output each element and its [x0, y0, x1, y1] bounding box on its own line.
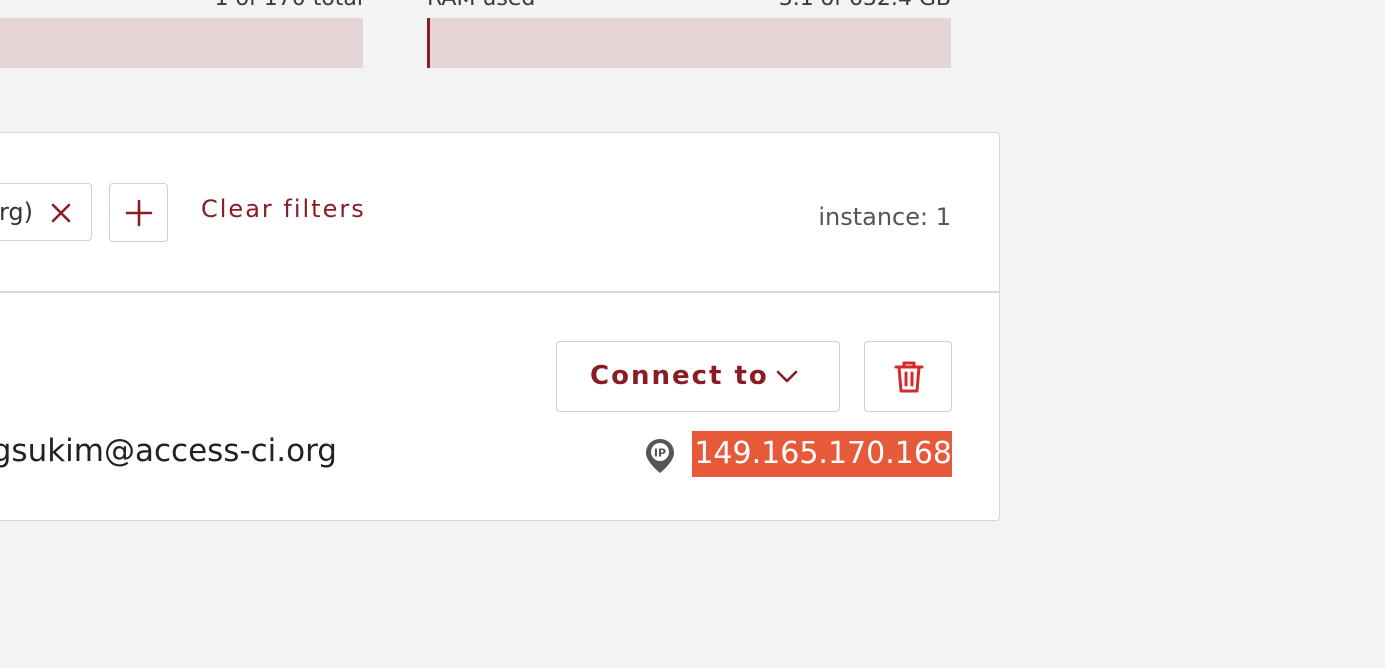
instances-page: 1 of 170 total RAM used 3.1 of 632.4 GB …	[0, 0, 1385, 668]
cpu-usage-summary: 1 of 170 total	[215, 0, 363, 12]
svg-text:IP: IP	[654, 447, 666, 460]
connect-to-label: Connect to	[590, 361, 769, 391]
chevron-down-icon	[776, 370, 798, 383]
add-filter-button[interactable]	[109, 183, 168, 242]
ram-usage-bar	[427, 18, 951, 68]
filter-chip: rg)	[0, 183, 92, 241]
ip-location-icon: IP	[646, 439, 674, 473]
instance-ip-address[interactable]: 149.165.170.168	[692, 431, 952, 477]
close-icon[interactable]	[49, 201, 73, 225]
connect-to-button[interactable]: Connect to	[556, 341, 840, 412]
card-divider	[0, 291, 999, 293]
instance-owner-email: gsukim@access-ci.org	[0, 433, 337, 469]
instances-card: rg) Clear filters instance: 1 Connect to	[0, 132, 1000, 521]
cpu-usage-bar	[0, 18, 363, 68]
plus-icon	[125, 199, 153, 227]
filter-chip-label: rg)	[0, 198, 33, 226]
ram-usage-summary: 3.1 of 632.4 GB	[779, 0, 951, 12]
delete-instance-button[interactable]	[864, 341, 952, 412]
ram-usage-fill	[427, 18, 430, 68]
instance-count: instance: 1	[818, 203, 951, 231]
trash-icon	[894, 361, 924, 393]
ram-usage-label: RAM used	[427, 0, 535, 12]
clear-filters-link[interactable]: Clear filters	[201, 195, 366, 223]
